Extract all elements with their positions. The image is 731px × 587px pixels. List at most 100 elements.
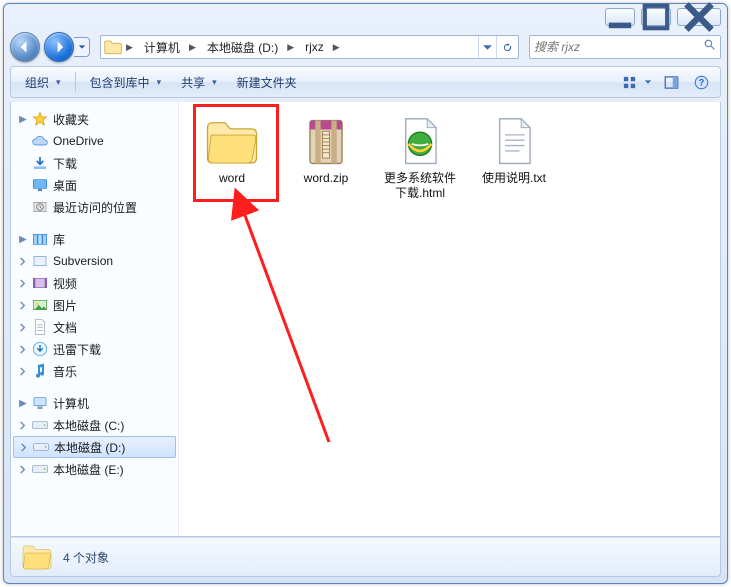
organize-menu[interactable]: 组织 (17, 71, 69, 94)
share-menu[interactable]: 共享 (173, 71, 225, 94)
tree-documents[interactable]: 文档 (13, 316, 176, 338)
tree-label: 本地磁盘 (D:) (54, 439, 125, 456)
expand-icon[interactable] (17, 256, 27, 266)
cloud-icon (32, 133, 48, 149)
expand-icon[interactable] (17, 344, 27, 354)
library-icon (32, 253, 48, 269)
file-item-folder[interactable]: word (189, 112, 275, 206)
tree-label: 音乐 (53, 363, 77, 380)
refresh-button[interactable] (496, 36, 518, 58)
tree-subversion[interactable]: Subversion (13, 250, 176, 272)
include-in-library-menu[interactable]: 包含到库中 (82, 71, 170, 94)
computer-icon (32, 395, 48, 411)
preview-pane-button[interactable] (658, 71, 684, 93)
file-label: word.zip (286, 171, 366, 186)
expand-icon[interactable] (17, 366, 27, 376)
music-icon (32, 363, 48, 379)
breadcrumb-seg[interactable]: 本地磁盘 (D:) (200, 36, 283, 58)
text-file-icon (486, 117, 542, 167)
expand-icon[interactable] (17, 300, 27, 310)
tree-desktop[interactable]: 桌面 (13, 174, 176, 196)
video-icon (32, 275, 48, 291)
maximize-button[interactable] (641, 8, 671, 26)
explorer-body: 收藏夹 OneDrive 下载 桌面 最近访问的位置 (10, 102, 721, 537)
tree-pictures[interactable]: 图片 (13, 294, 176, 316)
folder-icon (104, 39, 122, 55)
tree-label: 最近访问的位置 (53, 199, 137, 216)
tree-label: 图片 (53, 297, 77, 314)
tree-favorites[interactable]: 收藏夹 (13, 108, 176, 130)
close-button[interactable] (677, 8, 721, 26)
tree-recent[interactable]: 最近访问的位置 (13, 196, 176, 218)
collapse-icon[interactable] (17, 114, 27, 124)
tree-label: 计算机 (53, 395, 89, 412)
file-label: 更多系统软件下载.html (380, 171, 460, 201)
file-item-zip[interactable]: word.zip (283, 112, 369, 206)
view-mode-dropdown[interactable] (642, 78, 654, 86)
zip-icon (298, 117, 354, 167)
folder-icon (204, 117, 260, 167)
address-bar[interactable]: ▶ 计算机 ▶ 本地磁盘 (D:) ▶ rjxz ▶ (100, 35, 519, 59)
tree-drive-c[interactable]: 本地磁盘 (C:) (13, 414, 176, 436)
drive-icon (32, 417, 48, 433)
expand-icon[interactable] (17, 420, 27, 430)
help-button[interactable]: ? (688, 71, 714, 93)
expand-icon[interactable] (18, 442, 28, 452)
expand-icon[interactable] (17, 278, 27, 288)
history-dropdown[interactable] (74, 37, 90, 57)
tree-drive-d[interactable]: 本地磁盘 (D:) (13, 436, 176, 458)
desktop-icon (32, 177, 48, 193)
breadcrumb-seg[interactable]: 计算机 (137, 36, 185, 58)
back-button[interactable] (10, 32, 40, 62)
new-folder-button[interactable]: 新建文件夹 (229, 71, 305, 94)
view-mode-button[interactable] (616, 71, 642, 93)
search-box[interactable] (529, 35, 721, 59)
tree-label: 本地磁盘 (E:) (53, 461, 124, 478)
tree-computer[interactable]: 计算机 (13, 392, 176, 414)
nav-tree[interactable]: 收藏夹 OneDrive 下载 桌面 最近访问的位置 (11, 102, 179, 536)
search-input[interactable] (534, 40, 699, 54)
command-bar: 组织 包含到库中 共享 新建文件夹 ? (10, 66, 721, 98)
chevron-right-icon[interactable]: ▶ (122, 42, 137, 53)
tree-music[interactable]: 音乐 (13, 360, 176, 382)
tree-label: 文档 (53, 319, 77, 336)
pictures-icon (32, 297, 48, 313)
minimize-button[interactable] (605, 8, 635, 26)
file-list[interactable]: word word.zip (179, 102, 720, 536)
status-bar: 4 个对象 (10, 537, 721, 577)
file-item-txt[interactable]: 使用说明.txt (471, 112, 557, 206)
tree-videos[interactable]: 视频 (13, 272, 176, 294)
tree-label: OneDrive (53, 134, 104, 148)
tree-libraries[interactable]: 库 (13, 228, 176, 250)
tree-label: 视频 (53, 275, 77, 292)
folder-icon (21, 543, 53, 571)
tree-label: 收藏夹 (53, 111, 89, 128)
drive-icon (32, 461, 48, 477)
tree-label: 本地磁盘 (C:) (53, 417, 124, 434)
collapse-icon[interactable] (17, 398, 27, 408)
search-icon[interactable] (703, 38, 716, 56)
tree-drive-e[interactable]: 本地磁盘 (E:) (13, 458, 176, 480)
tree-onedrive[interactable]: OneDrive (13, 130, 176, 152)
chevron-right-icon[interactable]: ▶ (185, 42, 200, 53)
expand-icon[interactable] (17, 322, 27, 332)
svg-text:?: ? (698, 77, 703, 87)
tree-downloads[interactable]: 下载 (13, 152, 176, 174)
star-icon (32, 111, 48, 127)
breadcrumb-seg[interactable]: rjxz (298, 36, 329, 58)
drive-icon (33, 439, 49, 455)
chevron-right-icon[interactable]: ▶ (283, 42, 298, 53)
address-dropdown[interactable] (478, 36, 496, 58)
libraries-icon (32, 231, 48, 247)
title-bar (4, 4, 727, 30)
tree-xunlei[interactable]: 迅雷下载 (13, 338, 176, 360)
status-text: 4 个对象 (63, 549, 109, 566)
file-label: 使用说明.txt (474, 171, 554, 186)
download-icon (32, 155, 48, 171)
expand-icon[interactable] (17, 464, 27, 474)
forward-button[interactable] (44, 32, 74, 62)
file-item-html[interactable]: 更多系统软件下载.html (377, 112, 463, 206)
collapse-icon[interactable] (17, 234, 27, 244)
chevron-right-icon[interactable]: ▶ (329, 42, 344, 53)
tree-label: 下载 (53, 155, 77, 172)
